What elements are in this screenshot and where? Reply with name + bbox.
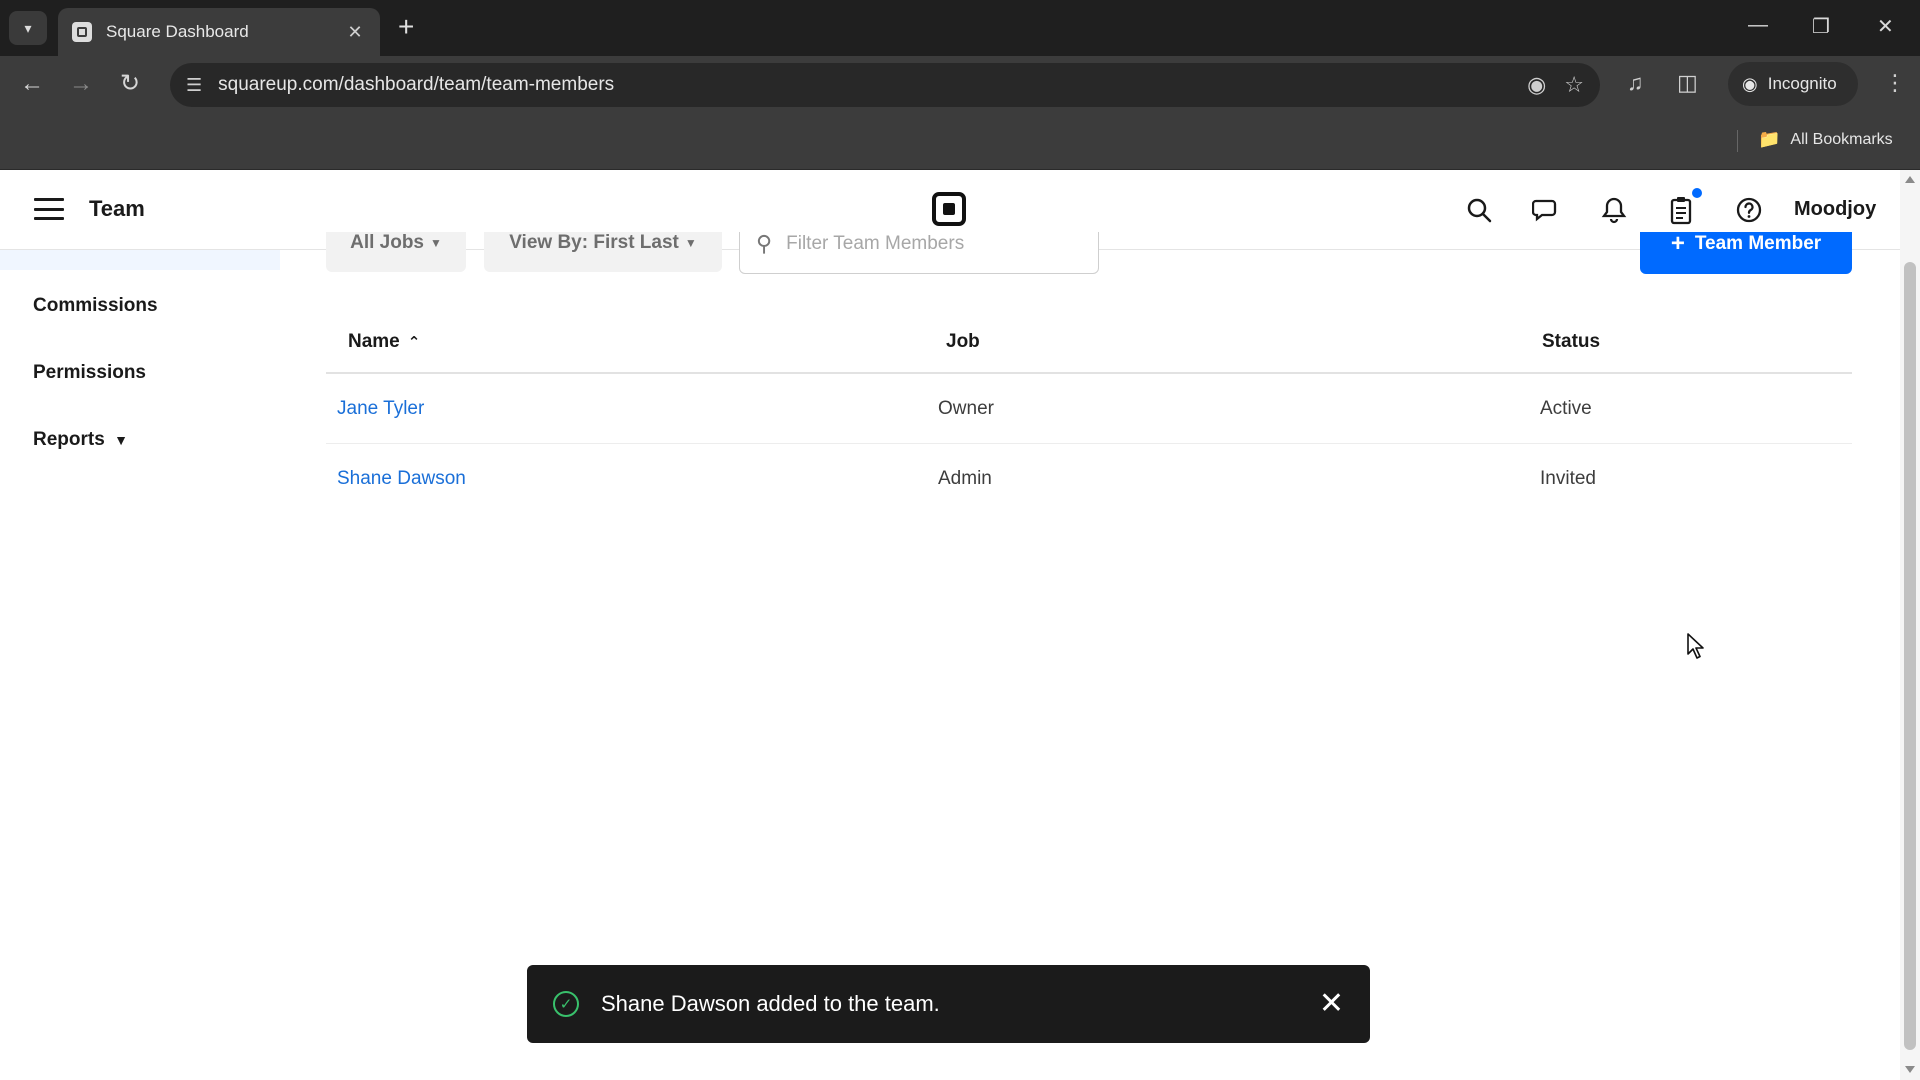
column-header-job: Job [946, 331, 980, 352]
view-by-label: View By: First Last [509, 232, 679, 253]
square-favicon-icon [72, 22, 92, 42]
plus-icon: + [1670, 232, 1685, 257]
toast-message: Shane Dawson added to the team. [601, 991, 940, 1016]
table-row[interactable]: Shane Dawson Admin Invited [326, 444, 1852, 514]
table-header: Name ⌃ Job Status [326, 308, 1852, 374]
table-row[interactable]: Jane Tyler Owner Active [326, 374, 1852, 444]
kebab-menu-icon[interactable]: ⋮ [1884, 70, 1906, 96]
column-header-name[interactable]: Name ⌃ [348, 331, 420, 353]
team-member-name-link[interactable]: Shane Dawson [337, 468, 466, 490]
back-arrow-icon[interactable]: ← [20, 70, 44, 98]
incognito-icon: ◉ [1742, 73, 1758, 94]
incognito-badge[interactable]: ◉ Incognito [1728, 62, 1858, 106]
sidebar-item-permissions[interactable]: Permissions [33, 362, 146, 384]
close-window-button[interactable]: ✕ [1877, 14, 1894, 39]
restore-button[interactable]: ❐ [1812, 14, 1830, 39]
team-member-job: Admin [938, 468, 992, 489]
help-icon[interactable] [1733, 194, 1765, 226]
mouse-cursor-icon [1686, 632, 1706, 665]
filter-input-placeholder: Filter Team Members [786, 233, 965, 254]
scroll-up-icon[interactable] [1905, 176, 1915, 183]
chevron-down-icon: ▼ [684, 236, 697, 250]
square-logo[interactable] [932, 192, 966, 226]
team-member-job: Owner [938, 398, 994, 419]
success-toast: ✓ Shane Dawson added to the team. ✕ [527, 965, 1370, 1043]
bell-icon[interactable] [1598, 194, 1630, 226]
reload-icon[interactable]: ↻ [120, 70, 140, 98]
filters-bar: All Jobs ▼ View By: First Last ▼ ⚲ Filte… [326, 232, 1852, 282]
team-member-status: Invited [1540, 468, 1596, 489]
chevron-down-icon: ▾ [24, 19, 32, 36]
team-member-name-link[interactable]: Jane Tyler [337, 398, 424, 420]
view-by-dropdown[interactable]: View By: First Last ▼ [484, 232, 722, 272]
site-settings-icon[interactable]: ☰ [186, 75, 202, 96]
new-tab-button[interactable]: + [398, 12, 414, 42]
sort-ascending-icon: ⌃ [407, 334, 421, 351]
toast-close-icon[interactable]: ✕ [1319, 989, 1344, 1019]
scroll-thumb[interactable] [1904, 262, 1916, 1050]
sidebar: Commissions Permissions Reports ▼ [0, 250, 282, 1080]
scroll-down-icon[interactable] [1905, 1066, 1915, 1073]
page-scrollbar[interactable] [1900, 170, 1920, 1080]
column-header-label: Name [348, 331, 400, 352]
account-menu[interactable]: Moodjoy [1794, 198, 1876, 221]
bookmarks-bar: 📁 All Bookmarks [0, 112, 1920, 170]
incognito-label: Incognito [1767, 74, 1837, 93]
clipboard-icon[interactable] [1665, 194, 1697, 226]
chevron-down-icon: ▼ [430, 236, 442, 250]
minimize-button[interactable]: — [1748, 14, 1768, 37]
side-panel-icon[interactable]: ◫ [1677, 70, 1698, 96]
jobs-filter-dropdown[interactable]: All Jobs ▼ [326, 232, 466, 272]
notification-dot [1692, 188, 1702, 198]
check-circle-icon: ✓ [553, 991, 579, 1017]
sidebar-item-reports[interactable]: Reports ▼ [33, 429, 128, 451]
sidebar-item-active[interactable] [0, 250, 280, 270]
column-header-status: Status [1542, 331, 1601, 352]
page-title: Team [89, 196, 145, 221]
browser-toolbar: ← → ↻ ☰ squareup.com/dashboard/team/team… [0, 56, 1920, 112]
add-team-member-button[interactable]: + Team Member [1640, 232, 1852, 274]
browser-tab[interactable]: Square Dashboard ✕ [58, 8, 380, 56]
folder-icon: 📁 [1758, 129, 1781, 149]
search-icon[interactable] [1463, 194, 1495, 226]
team-member-status: Active [1540, 398, 1592, 419]
eye-off-icon[interactable]: ◉ [1527, 72, 1546, 98]
sidebar-item-commissions[interactable]: Commissions [33, 295, 158, 317]
sidebar-item-label: Reports [33, 429, 105, 450]
browser-tab-bar: ▾ Square Dashboard ✕ + — ❐ ✕ [0, 0, 1920, 56]
add-team-member-label: Team Member [1694, 233, 1822, 254]
search-icon: ⚲ [756, 232, 773, 256]
hamburger-menu-icon[interactable] [34, 198, 64, 220]
tab-close-icon[interactable]: ✕ [344, 22, 366, 43]
all-bookmarks-label: All Bookmarks [1790, 130, 1893, 148]
filter-team-members-input[interactable]: ⚲ Filter Team Members [739, 232, 1099, 274]
forward-arrow-icon[interactable]: → [69, 70, 93, 98]
url-text[interactable]: squareup.com/dashboard/team/team-members [218, 74, 1509, 96]
tab-search-button[interactable]: ▾ [9, 11, 47, 45]
chevron-down-icon: ▼ [114, 432, 128, 448]
team-members-table: Name ⌃ Job Status Jane Tyler Owner Activ… [326, 308, 1852, 514]
jobs-filter-label: All Jobs [350, 232, 424, 253]
media-control-icon[interactable]: ♫ [1627, 70, 1644, 96]
tab-title: Square Dashboard [106, 22, 249, 41]
all-bookmarks-button[interactable]: 📁 All Bookmarks [1758, 129, 1893, 150]
messages-icon[interactable] [1530, 194, 1562, 226]
bookmarks-separator [1737, 130, 1738, 152]
address-bar[interactable]: ☰ squareup.com/dashboard/team/team-membe… [170, 63, 1600, 107]
star-icon[interactable]: ☆ [1564, 72, 1584, 98]
